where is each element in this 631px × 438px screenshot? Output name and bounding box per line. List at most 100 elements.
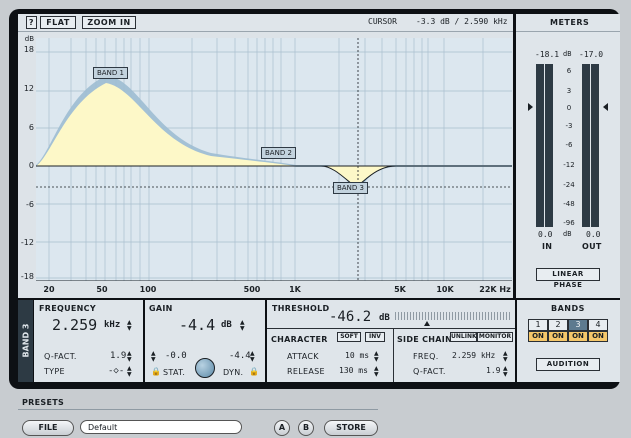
gain-knob[interactable] bbox=[195, 358, 215, 378]
release-stepper-icon[interactable]: ▲ ▼ bbox=[374, 366, 379, 378]
sidechain-label: SIDE CHAIN bbox=[397, 335, 453, 344]
qfact-value[interactable]: 1.9 bbox=[110, 351, 126, 361]
sc-qfact-value[interactable]: 1.9 bbox=[486, 366, 500, 375]
cursor-readout: -3.3 dB / 2.590 kHz bbox=[416, 17, 508, 26]
y-tick: -6 bbox=[26, 200, 34, 209]
meter-scale: -6 bbox=[565, 141, 573, 149]
bands-title: BANDS bbox=[551, 304, 585, 313]
y-tick: 6 bbox=[28, 123, 34, 132]
dyn-label: DYN. bbox=[223, 368, 244, 377]
frequency-stepper-icon[interactable]: ▲ ▼ bbox=[127, 320, 132, 332]
gain-stepper-icon[interactable]: ▲ ▼ bbox=[240, 320, 245, 332]
meter-scale: 0 bbox=[566, 104, 572, 112]
stat-stepper-icon[interactable]: ▲ ▼ bbox=[151, 351, 156, 363]
help-button[interactable]: ? bbox=[26, 16, 37, 29]
threshold-unit: dB bbox=[379, 313, 390, 323]
soft-button[interactable]: SOFT bbox=[337, 332, 361, 342]
meters-panel: METERS -18.1 dB -17.0 6 3 0 -3 -6 -12 -2… bbox=[516, 14, 620, 298]
sc-freq-stepper-icon[interactable]: ▲ ▼ bbox=[503, 351, 508, 363]
out-label: OUT bbox=[582, 242, 602, 251]
release-value[interactable]: 130 ms bbox=[339, 366, 368, 375]
band-2-select[interactable]: 2 bbox=[548, 319, 568, 331]
character-label: CHARACTER bbox=[271, 335, 328, 344]
monitor-button[interactable]: MONITOR bbox=[477, 332, 513, 342]
in-peak-readout: -18.1 bbox=[535, 50, 560, 59]
gain-value[interactable]: -4.4 bbox=[179, 316, 215, 334]
preset-b-button[interactable]: B bbox=[298, 420, 314, 436]
band-4-on[interactable]: ON bbox=[588, 331, 608, 342]
unlink-button[interactable]: UNLINK bbox=[450, 332, 477, 342]
meter-scale: -3 bbox=[565, 122, 573, 130]
flat-button[interactable]: FLAT bbox=[40, 16, 76, 29]
band-tab-label: BAND 3 bbox=[21, 323, 31, 358]
band-4-select[interactable]: 4 bbox=[588, 319, 608, 331]
threshold-value[interactable]: -46.2 bbox=[329, 309, 371, 325]
gain-unit: dB bbox=[221, 320, 232, 330]
gain-panel: GAIN -4.4 dB ▲ ▼ -0.0 -4.4 ▲ ▼ ▲ ▼ 🔒 STAT. … bbox=[145, 300, 265, 382]
sc-freq-value[interactable]: 2.259 kHz bbox=[452, 351, 495, 360]
stat-gain-value[interactable]: -0.0 bbox=[165, 351, 187, 361]
out-gain-arrow-icon[interactable] bbox=[603, 103, 608, 111]
threshold-marker-icon[interactable] bbox=[424, 321, 430, 326]
preset-name-field[interactable]: Default bbox=[80, 420, 242, 434]
zoom-in-button[interactable]: ZOOM IN bbox=[82, 16, 136, 29]
frequency-panel: FREQUENCY 2.259 kHz ▲ ▼ Q-FACT. 1.9 ▲ ▼ TY… bbox=[34, 300, 143, 382]
stat-label: STAT. bbox=[163, 368, 186, 377]
band-1-on[interactable]: ON bbox=[528, 331, 548, 342]
frequency-value[interactable]: 2.259 bbox=[52, 316, 97, 334]
y-axis-unit: dB bbox=[24, 35, 34, 43]
preset-a-button[interactable]: A bbox=[274, 420, 290, 436]
presets-title: PRESETS bbox=[22, 398, 65, 407]
frequency-label: FREQUENCY bbox=[39, 304, 96, 313]
band-1-select[interactable]: 1 bbox=[528, 319, 548, 331]
band-3-on[interactable]: ON bbox=[568, 331, 588, 342]
gain-label: GAIN bbox=[149, 304, 173, 313]
in-meter-right bbox=[545, 64, 553, 227]
x-tick: 1K bbox=[289, 285, 301, 294]
x-tick: 50 bbox=[96, 285, 108, 294]
out-meter-right bbox=[591, 64, 599, 227]
lock-icon[interactable]: 🔒 bbox=[151, 367, 161, 376]
release-label: RELEASE bbox=[287, 367, 325, 376]
band-3-handle[interactable]: BAND 3 bbox=[333, 182, 368, 194]
y-tick: -18 bbox=[20, 272, 34, 281]
bands-panel: BANDS 1 2 3 4 ON ON ON ON AUDITION bbox=[517, 300, 620, 382]
linear-phase-button[interactable]: LINEAR PHASE bbox=[536, 268, 600, 289]
threshold-slider[interactable] bbox=[395, 312, 511, 320]
meters-title: METERS bbox=[550, 18, 590, 27]
meter-scale: -96 bbox=[563, 219, 575, 227]
y-tick: 12 bbox=[23, 84, 34, 93]
band-2-handle[interactable]: BAND 2 bbox=[261, 147, 296, 159]
band-tab: BAND 3 bbox=[18, 300, 33, 382]
band-3-select[interactable]: 3 bbox=[568, 319, 588, 331]
lock-icon[interactable]: 🔒 bbox=[249, 367, 259, 376]
file-button[interactable]: FILE bbox=[22, 420, 74, 436]
qfact-stepper-icon[interactable]: ▲ ▼ bbox=[127, 351, 132, 363]
dyn-gain-value[interactable]: -4.4 bbox=[229, 351, 251, 361]
audition-button[interactable]: AUDITION bbox=[536, 358, 600, 371]
attack-stepper-icon[interactable]: ▲ ▼ bbox=[374, 351, 379, 363]
filter-type-value[interactable]: -◇- bbox=[108, 366, 124, 376]
attack-value[interactable]: 10 ms bbox=[345, 351, 369, 360]
band-1-handle[interactable]: BAND 1 bbox=[93, 67, 128, 79]
store-button[interactable]: STORE bbox=[324, 420, 378, 436]
in-gain-arrow-icon[interactable] bbox=[528, 103, 533, 111]
band-2-on[interactable]: ON bbox=[548, 331, 568, 342]
type-stepper-icon[interactable]: ▲ ▼ bbox=[127, 366, 132, 378]
out-meter-left bbox=[582, 64, 590, 227]
threshold-label: THRESHOLD bbox=[272, 304, 330, 313]
x-tick: 5K bbox=[394, 285, 406, 294]
dynamics-panel: THRESHOLD -46.2 dB CHARACTER SOFT INV AT… bbox=[267, 300, 515, 382]
value-unit: dB bbox=[563, 230, 572, 238]
meter-scale: -48 bbox=[563, 200, 575, 208]
inv-button[interactable]: INV bbox=[365, 332, 385, 342]
dyn-stepper-icon[interactable]: ▲ ▼ bbox=[250, 351, 255, 363]
meter-scale: -12 bbox=[563, 161, 575, 169]
sc-qfact-stepper-icon[interactable]: ▲ ▼ bbox=[503, 366, 508, 378]
meter-scale: -24 bbox=[563, 181, 575, 189]
in-meter-left bbox=[536, 64, 544, 227]
graph-toolbar: ? FLAT ZOOM IN CURSOR -3.3 dB / 2.590 kH… bbox=[18, 14, 513, 32]
y-tick: 0 bbox=[28, 161, 34, 170]
x-tick: 10K bbox=[436, 285, 454, 294]
frequency-unit: kHz bbox=[104, 320, 121, 330]
